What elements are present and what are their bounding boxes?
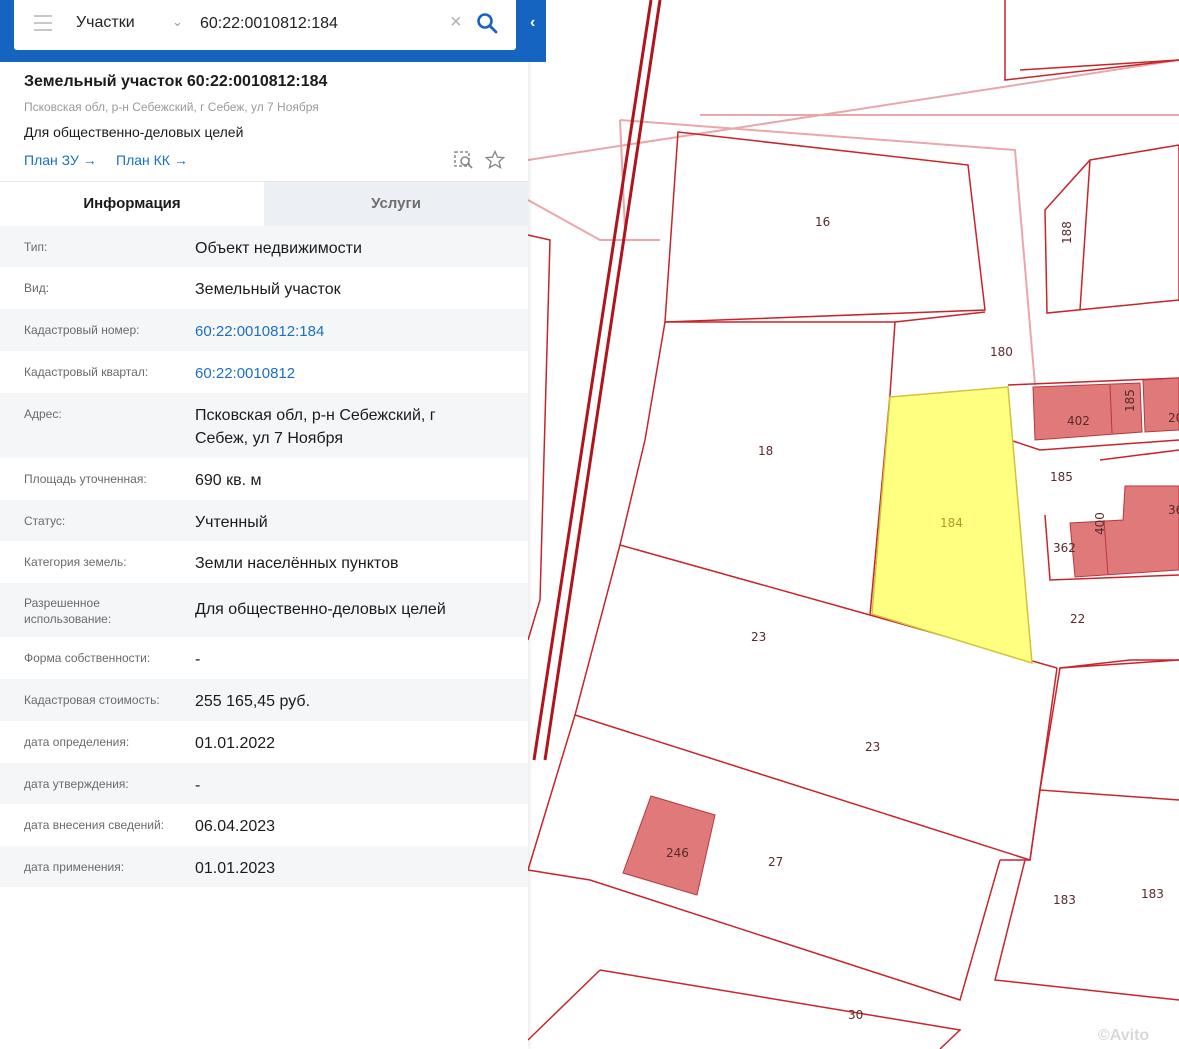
row-key: Категория земель: xyxy=(24,555,127,569)
map-label: 23 xyxy=(865,740,880,754)
table-row: Вид: Земельный участок xyxy=(0,267,528,309)
layer-select[interactable]: Участки xyxy=(76,14,135,32)
table-row: дата определения: 01.01.2022 xyxy=(0,721,528,763)
table-row: Статус: Учтенный xyxy=(0,500,528,541)
map-label: 27 xyxy=(768,855,783,869)
row-key: Адрес: xyxy=(24,407,62,421)
map-label: 30 xyxy=(848,1008,863,1022)
row-key: Тип: xyxy=(24,240,48,254)
map-label: 185 xyxy=(1050,470,1073,484)
tab-bar: Информация Услуги xyxy=(0,181,528,226)
row-key: дата определения: xyxy=(24,735,130,749)
map-label: 362 xyxy=(1053,541,1076,555)
map-label: 23 xyxy=(751,630,766,644)
cadastral-quarter-link[interactable]: 60:22:0010812 xyxy=(195,362,515,385)
row-value: Объект недвижимости xyxy=(195,240,362,257)
row-value: Земельный участок xyxy=(195,281,341,298)
collapse-panel-icon[interactable]: ‹ xyxy=(530,14,535,32)
map-label: 246 xyxy=(666,846,689,860)
cadastral-number-link[interactable]: 60:22:0010812:184 xyxy=(195,320,515,343)
search-bar: Участки ⌄ × xyxy=(14,0,516,50)
row-key: Кадастровая стоимость: xyxy=(24,693,160,707)
row-value: Для общественно-деловых целей xyxy=(195,601,446,618)
row-value: - xyxy=(195,651,201,668)
row-value: 255 165,45 руб. xyxy=(195,693,311,710)
zoom-to-plot-icon[interactable] xyxy=(454,150,474,170)
plot-usage: Для общественно-деловых целей xyxy=(24,124,244,140)
table-row: дата внесения сведений: 06.04.2023 xyxy=(0,804,528,846)
row-key: Разрешенное использование: xyxy=(24,596,112,626)
info-panel: Участки ⌄ × ‹ Земельный участок 60:22:00… xyxy=(0,0,546,1049)
row-key: дата утверждения: xyxy=(24,777,129,791)
search-input[interactable] xyxy=(200,10,440,38)
row-key: Статус: xyxy=(24,514,66,528)
row-value: Псковская обл, р-н Себежский, г Себеж, у… xyxy=(195,407,436,447)
table-row: Категория земель: Земли населённых пункт… xyxy=(0,541,528,583)
row-value: 01.01.2022 xyxy=(195,735,276,752)
row-value: Земли населённых пунктов xyxy=(195,555,399,572)
search-icon[interactable] xyxy=(476,12,498,34)
table-row: Кадастровый номер: 60:22:0010812:184 xyxy=(0,309,528,351)
row-key: Форма собственности: xyxy=(24,651,151,665)
table-row: дата применения: 01.01.2023 xyxy=(0,846,528,887)
table-row: Адрес: Псковская обл, р-н Себежский, г С… xyxy=(0,393,528,458)
plot-address: Псковская обл, р-н Себежский, г Себеж, у… xyxy=(24,100,319,114)
tab-services[interactable]: Услуги xyxy=(264,182,528,226)
map-label: 400 xyxy=(1093,512,1107,535)
map-label: 185 xyxy=(1123,389,1137,412)
map-label: 183 xyxy=(1053,893,1076,907)
row-key: Вид: xyxy=(24,281,50,295)
row-key: Кадастровый квартал: xyxy=(24,365,149,379)
map-label: 36 xyxy=(1168,503,1179,517)
row-key: Кадастровый номер: xyxy=(24,323,140,337)
map-label-selected: 184 xyxy=(940,516,963,530)
page-title: Земельный участок 60:22:0010812:184 xyxy=(24,73,328,90)
table-row: Площадь уточненная: 690 кв. м xyxy=(0,458,528,500)
menu-icon[interactable] xyxy=(34,15,52,31)
row-value: - xyxy=(195,777,201,794)
map-label: 16 xyxy=(815,215,830,229)
watermark: ©Avito xyxy=(1098,1027,1149,1044)
row-key: Площадь уточненная: xyxy=(24,472,147,486)
row-key: дата применения: xyxy=(24,860,125,874)
map-label: 20 xyxy=(1168,411,1179,425)
table-row: Разрешенное использование: Для обществен… xyxy=(0,583,528,637)
tab-information[interactable]: Информация xyxy=(0,182,264,226)
table-row: Кадастровая стоимость: 255 165,45 руб. xyxy=(0,679,528,721)
map-label: 183 xyxy=(1141,887,1164,901)
map-label: 18 xyxy=(758,444,773,458)
star-icon[interactable] xyxy=(485,150,505,170)
plan-kk-link[interactable]: План КК → xyxy=(116,152,188,168)
map-label: 402 xyxy=(1067,414,1090,428)
table-row: Кадастровый квартал: 60:22:0010812 xyxy=(0,351,528,393)
close-icon[interactable]: × xyxy=(450,11,462,34)
row-value: Учтенный xyxy=(195,514,268,531)
table-row: дата утверждения: - xyxy=(0,763,528,804)
row-value: 690 кв. м xyxy=(195,472,262,489)
map-label: 188 xyxy=(1060,221,1074,244)
table-row: Форма собственности: - xyxy=(0,637,528,679)
map-label: 180 xyxy=(990,345,1013,359)
map-label: 22 xyxy=(1070,612,1085,626)
row-value: 06.04.2023 xyxy=(195,818,276,835)
row-key: дата внесения сведений: xyxy=(24,818,164,832)
plan-zu-link[interactable]: План ЗУ → xyxy=(24,152,97,168)
chevron-down-icon[interactable]: ⌄ xyxy=(172,14,183,30)
info-table: Тип: Объект недвижимости Вид: Земельный … xyxy=(0,226,528,887)
row-value: 01.01.2023 xyxy=(195,860,276,877)
top-bar: Участки ⌄ × ‹ xyxy=(0,0,546,62)
table-row: Тип: Объект недвижимости xyxy=(0,226,528,267)
